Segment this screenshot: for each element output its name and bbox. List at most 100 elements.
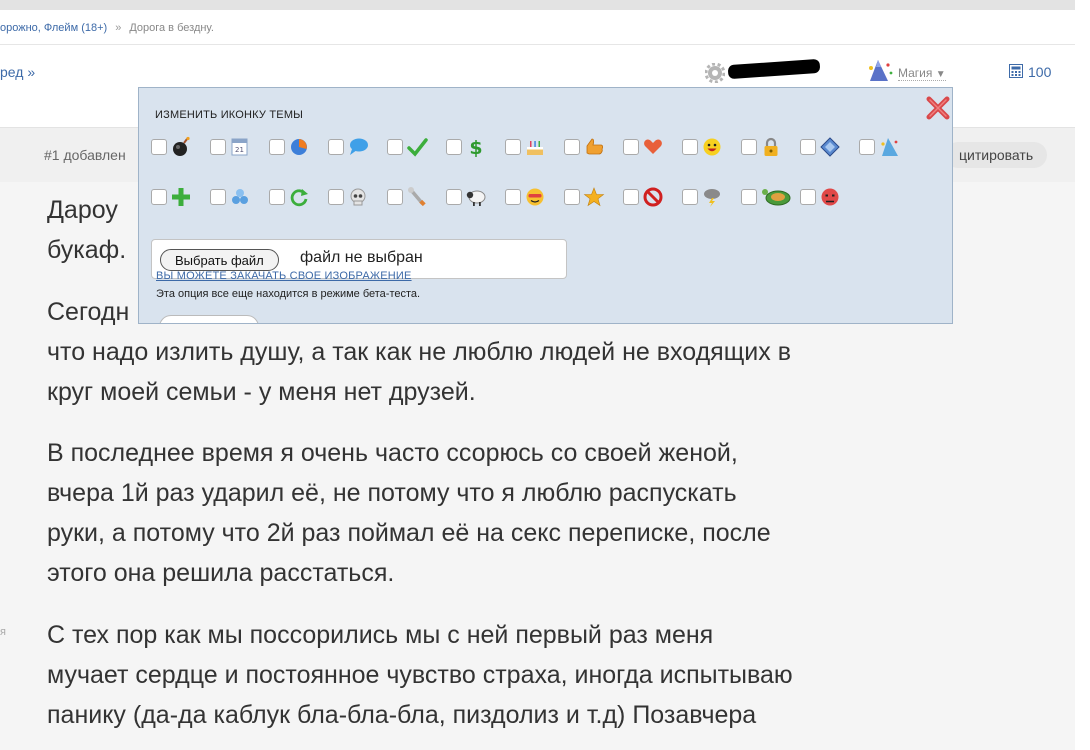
- icon-checkbox[interactable]: [269, 139, 285, 155]
- paragraph-line: что надо излить душу, а так как не люблю…: [47, 338, 791, 366]
- icon-checkbox[interactable]: [623, 139, 639, 155]
- paragraph-line: В последнее время я очень часто ссорюсь …: [47, 439, 738, 467]
- speech-bubble-icon: [350, 138, 368, 155]
- submit-button[interactable]: [159, 315, 259, 323]
- sparkle-icon: [881, 138, 898, 156]
- quote-button[interactable]: цитировать: [945, 142, 1048, 168]
- molecule-icon: [232, 189, 248, 204]
- icon-option: [564, 136, 618, 160]
- refresh-icon: [290, 189, 308, 207]
- star-icon: [583, 187, 605, 207]
- icon-checkbox[interactable]: [859, 139, 875, 155]
- paragraph-line: панику (да-да каблук бла-бла-бла, пиздол…: [47, 701, 757, 729]
- icon-option: [800, 186, 854, 210]
- breadcrumb-bar: орожно, Флейм (18+) » Дорога в бездну.: [0, 10, 1075, 45]
- icon-option: [682, 136, 736, 160]
- heart-icon: [644, 139, 662, 154]
- icon-checkbox[interactable]: [446, 189, 462, 205]
- angry-face-icon: [821, 188, 839, 206]
- icon-option: [387, 186, 441, 210]
- icon-option: [505, 136, 559, 160]
- pie-chart-icon: [291, 139, 307, 155]
- breadcrumb-section-link[interactable]: орожно, Флейм (18+): [0, 22, 107, 34]
- icon-checkbox[interactable]: [741, 139, 757, 155]
- icon-checkbox[interactable]: [151, 189, 167, 205]
- diamond-icon: [820, 137, 840, 157]
- icon-option: [328, 136, 382, 160]
- icon-option: [328, 186, 382, 210]
- icon-option: [210, 186, 264, 210]
- calculator-icon: [1009, 64, 1023, 78]
- icon-checkbox[interactable]: [505, 189, 521, 205]
- sheep-icon: [466, 190, 486, 206]
- close-icon[interactable]: [925, 95, 951, 121]
- next-page-link[interactable]: ред »: [0, 64, 35, 80]
- paragraph-line: Дароу: [47, 196, 118, 224]
- icon-option: [564, 186, 618, 210]
- icon-option: [505, 186, 559, 210]
- padlock-icon: [764, 137, 778, 156]
- breadcrumb-current: Дорога в бездну.: [129, 22, 214, 34]
- svg-text:$: $: [469, 137, 482, 158]
- redacted-username: [727, 58, 821, 80]
- icon-checkbox[interactable]: [210, 189, 226, 205]
- icon-checkbox[interactable]: [505, 139, 521, 155]
- icon-checkbox[interactable]: [269, 189, 285, 205]
- icon-checkbox[interactable]: [387, 139, 403, 155]
- icon-checkbox[interactable]: [682, 189, 698, 205]
- paragraph: В последнее время я очень часто ссорюсь …: [47, 433, 771, 593]
- post-number: #1 добавлен: [44, 147, 126, 163]
- dollar-icon: $: [469, 137, 482, 158]
- icon-checkbox[interactable]: [210, 139, 226, 155]
- icon-checkbox[interactable]: [328, 139, 344, 155]
- reply-count[interactable]: 100: [1028, 64, 1051, 80]
- icon-checkbox[interactable]: [800, 189, 816, 205]
- icon-option: [800, 136, 854, 160]
- icon-checkbox[interactable]: [741, 189, 757, 205]
- right-edge: [1075, 0, 1090, 750]
- icon-option: 21: [210, 136, 264, 160]
- cool-face-icon: [526, 188, 544, 206]
- icon-checkbox[interactable]: [446, 139, 462, 155]
- chevron-down-icon: ▼: [935, 69, 946, 80]
- icon-option: [741, 136, 795, 160]
- icon-checkbox[interactable]: [564, 139, 580, 155]
- icon-option: [446, 186, 500, 210]
- icon-checkbox[interactable]: [682, 139, 698, 155]
- change-topic-icon-panel: ИЗМЕНИТЬ ИКОНКУ ТЕМЫ 21 $ Выбрать файл ф…: [138, 87, 953, 324]
- paragraph-line: руки, а потому что 2й раз поймал её на с…: [47, 519, 771, 547]
- magic-wand-icon: [869, 60, 893, 81]
- icon-option: [151, 136, 205, 160]
- cake-icon: [527, 141, 543, 155]
- paragraph-line: круг моей семьи - у меня нет друзей.: [47, 378, 476, 406]
- gear-icon[interactable]: [705, 63, 725, 83]
- icon-option: [741, 186, 795, 210]
- icon-checkbox[interactable]: [328, 189, 344, 205]
- icon-option: $: [446, 136, 500, 160]
- icon-checkbox[interactable]: [800, 139, 816, 155]
- icon-checkbox[interactable]: [623, 189, 639, 205]
- top-strip: [0, 0, 1075, 10]
- paragraph-line: букаф.: [47, 236, 127, 264]
- breadcrumb: орожно, Флейм (18+) » Дорога в бездну.: [0, 22, 214, 34]
- icon-option: [269, 186, 323, 210]
- icon-checkbox[interactable]: [151, 139, 167, 155]
- no-entry-icon: [643, 187, 663, 207]
- turtle-icon: [762, 189, 791, 206]
- icon-option: [859, 136, 913, 160]
- svg-text:21: 21: [235, 146, 244, 154]
- icon-checkbox[interactable]: [387, 189, 403, 205]
- smiley-icon: [703, 138, 721, 156]
- bomb-icon: [173, 136, 190, 156]
- icon-option: [387, 136, 441, 160]
- beta-note: Эта опция все еще находится в режиме бет…: [156, 288, 421, 300]
- upload-image-link[interactable]: ВЫ МОЖЕТЕ ЗАКАЧАТЬ СВОЕ ИЗОБРАЖЕНИЕ: [156, 270, 412, 282]
- thumb-icon: [586, 138, 604, 155]
- icon-checkbox[interactable]: [564, 189, 580, 205]
- magic-menu-label: Магия: [898, 66, 933, 80]
- magic-menu[interactable]: Магия ▼: [898, 66, 946, 81]
- paragraph-line: этого она решила расстаться.: [47, 559, 395, 587]
- paragraph: С тех пор как мы поссорились мы с ней пе…: [47, 615, 793, 735]
- choose-file-button[interactable]: Выбрать файл: [160, 249, 279, 271]
- breadcrumb-separator: »: [115, 22, 122, 34]
